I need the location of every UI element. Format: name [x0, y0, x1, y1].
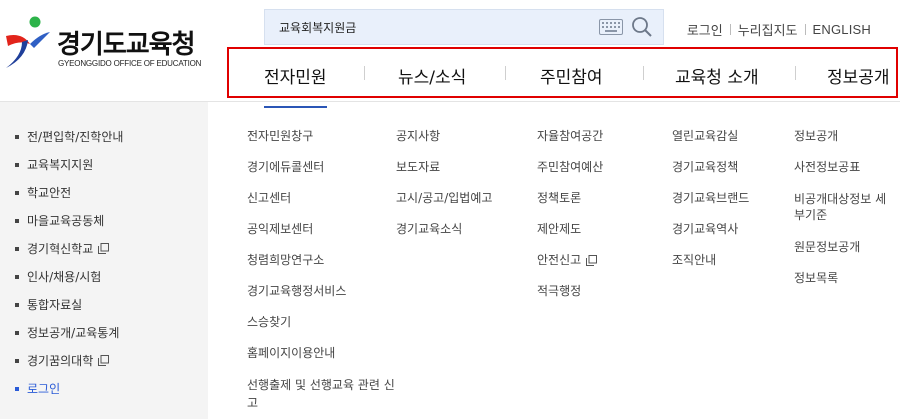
submenu-link[interactable]: 제안제도 — [537, 222, 581, 237]
sidebar-item-statistics[interactable]: 정보공개/교육통계 — [15, 324, 119, 341]
sidebar-item-label: 통합자료실 — [27, 298, 83, 312]
submenu-link[interactable]: 고시/공고/입법예고 — [396, 191, 492, 206]
global-navigation: 전자민원 뉴스/소식 주민참여 교육청 소개 정보공개 — [227, 47, 898, 108]
divider — [804, 24, 806, 35]
submenu-link[interactable]: 조직안내 — [672, 253, 716, 268]
sidebar-item-login[interactable]: 로그인 — [15, 380, 60, 397]
sidebar-item-label: 경기꿈의대학 — [27, 354, 94, 368]
sidebar-item-innovation-school[interactable]: 경기혁신학교 — [15, 240, 110, 257]
submenu-link[interactable]: 비공개대상정보 세부기준 — [794, 191, 894, 223]
sidebar-item-label: 마을교육공동체 — [27, 214, 105, 228]
submenu-link[interactable]: 신고센터 — [247, 191, 291, 206]
search-icon[interactable] — [631, 16, 653, 38]
submenu-link[interactable]: 선행출제 및 선행교육 관련 신고 — [247, 376, 397, 412]
sidebar-item-label: 전/편입학/진학안내 — [27, 130, 124, 144]
sidebar-item-label: 인사/채용/시험 — [27, 270, 102, 284]
gnb-item-about[interactable]: 교육청 소개 — [675, 63, 759, 88]
login-link[interactable]: 로그인 — [687, 20, 723, 39]
sidebar-item-label: 로그인 — [27, 382, 61, 396]
divider — [505, 66, 506, 80]
submenu-link[interactable]: 정보공개 — [794, 129, 838, 144]
sidebar-item-welfare[interactable]: 교육복지지원 — [15, 156, 93, 173]
sidebar: 전/편입학/진학안내 교육복지지원 학교안전 마을교육공동체 경기혁신학교 인사… — [0, 102, 208, 419]
divider — [364, 66, 365, 80]
sidebar-item-archive[interactable]: 통합자료실 — [15, 296, 82, 313]
sidebar-item-community[interactable]: 마을교육공동체 — [15, 212, 104, 229]
submenu-link-safety-report[interactable]: 안전신고 — [537, 253, 598, 268]
site-logo[interactable]: 경기도교육청 GYEONGGIDO OFFICE OF EDUCATION — [0, 14, 215, 74]
sidebar-item-hr[interactable]: 인사/채용/시험 — [15, 268, 101, 285]
gnb-item-e-civil[interactable]: 전자민원 — [264, 63, 327, 108]
search-input[interactable] — [279, 10, 599, 44]
submenu-link[interactable]: 공익제보센터 — [247, 222, 313, 237]
logo-subtitle: GYEONGGIDO OFFICE OF EDUCATION — [58, 59, 202, 68]
gnb-item-info-disclosure[interactable]: 정보공개 — [827, 63, 890, 88]
logo-title: 경기도교육청 — [57, 30, 196, 60]
bullet-icon — [15, 274, 19, 279]
sitemap-link[interactable]: 누리집지도 — [738, 20, 798, 39]
english-link[interactable]: ENGLISH — [813, 22, 871, 37]
submenu-link[interactable]: 경기교육행정서비스 — [247, 284, 346, 299]
divider — [795, 66, 796, 80]
submenu-link[interactable]: 정책토론 — [537, 191, 581, 206]
sidebar-item-label: 경기혁신학교 — [27, 242, 94, 256]
submenu-link[interactable]: 보도자료 — [396, 160, 440, 175]
submenu-link[interactable]: 주민참여예산 — [537, 160, 603, 175]
new-window-icon — [98, 243, 110, 254]
submenu-link[interactable]: 사전정보공표 — [794, 160, 860, 175]
submenu-link[interactable]: 공지사항 — [396, 129, 440, 144]
sidebar-item-label: 학교안전 — [27, 186, 72, 200]
submenu-link[interactable]: 원문정보공개 — [794, 240, 860, 255]
sidebar-item-admission[interactable]: 전/편입학/진학안내 — [15, 128, 123, 145]
divider — [643, 66, 644, 80]
submenu-link-label: 안전신고 — [537, 253, 582, 267]
new-window-icon — [586, 255, 598, 266]
bullet-icon — [15, 246, 19, 251]
submenu-link[interactable]: 적극행정 — [537, 284, 581, 299]
bullet-icon — [15, 302, 19, 307]
sidebar-item-dream-university[interactable]: 경기꿈의대학 — [15, 352, 110, 369]
gnb-item-news[interactable]: 뉴스/소식 — [398, 63, 466, 88]
submenu-link[interactable]: 정보목록 — [794, 271, 838, 286]
submenu-link[interactable]: 경기에듀콜센터 — [247, 160, 324, 175]
submenu-link[interactable]: 열린교육감실 — [672, 129, 738, 144]
bullet-icon — [15, 190, 19, 195]
new-window-icon — [98, 355, 110, 366]
bullet-icon — [15, 134, 19, 139]
utility-links: 로그인 누리집지도 ENGLISH — [687, 20, 871, 39]
sidebar-item-label: 정보공개/교육통계 — [27, 326, 120, 340]
submenu-link[interactable]: 경기교육브랜드 — [672, 191, 749, 206]
submenu-link[interactable]: 스승찾기 — [247, 315, 291, 330]
sidebar-item-label: 교육복지지원 — [27, 158, 94, 172]
submenu-link[interactable]: 자율참여공간 — [537, 129, 603, 144]
search-box — [264, 9, 664, 45]
bullet-icon — [15, 386, 19, 391]
submenu-link[interactable]: 경기교육역사 — [672, 222, 738, 237]
gnb-item-participation[interactable]: 주민참여 — [540, 63, 603, 88]
bullet-icon — [15, 162, 19, 167]
bullet-icon — [15, 358, 19, 363]
submenu-link[interactable]: 홈페이지이용안내 — [247, 346, 335, 361]
submenu-link[interactable]: 경기교육정책 — [672, 160, 738, 175]
bullet-icon — [15, 330, 19, 335]
logo-mark-icon — [6, 16, 50, 68]
submenu-link[interactable]: 청렴희망연구소 — [247, 253, 324, 268]
divider — [729, 24, 731, 35]
keyboard-icon[interactable] — [599, 19, 623, 35]
submenu-link[interactable]: 전자민원창구 — [247, 129, 313, 144]
bullet-icon — [15, 218, 19, 223]
sidebar-item-school-safety[interactable]: 학교안전 — [15, 184, 71, 201]
submenu-link[interactable]: 경기교육소식 — [396, 222, 462, 237]
